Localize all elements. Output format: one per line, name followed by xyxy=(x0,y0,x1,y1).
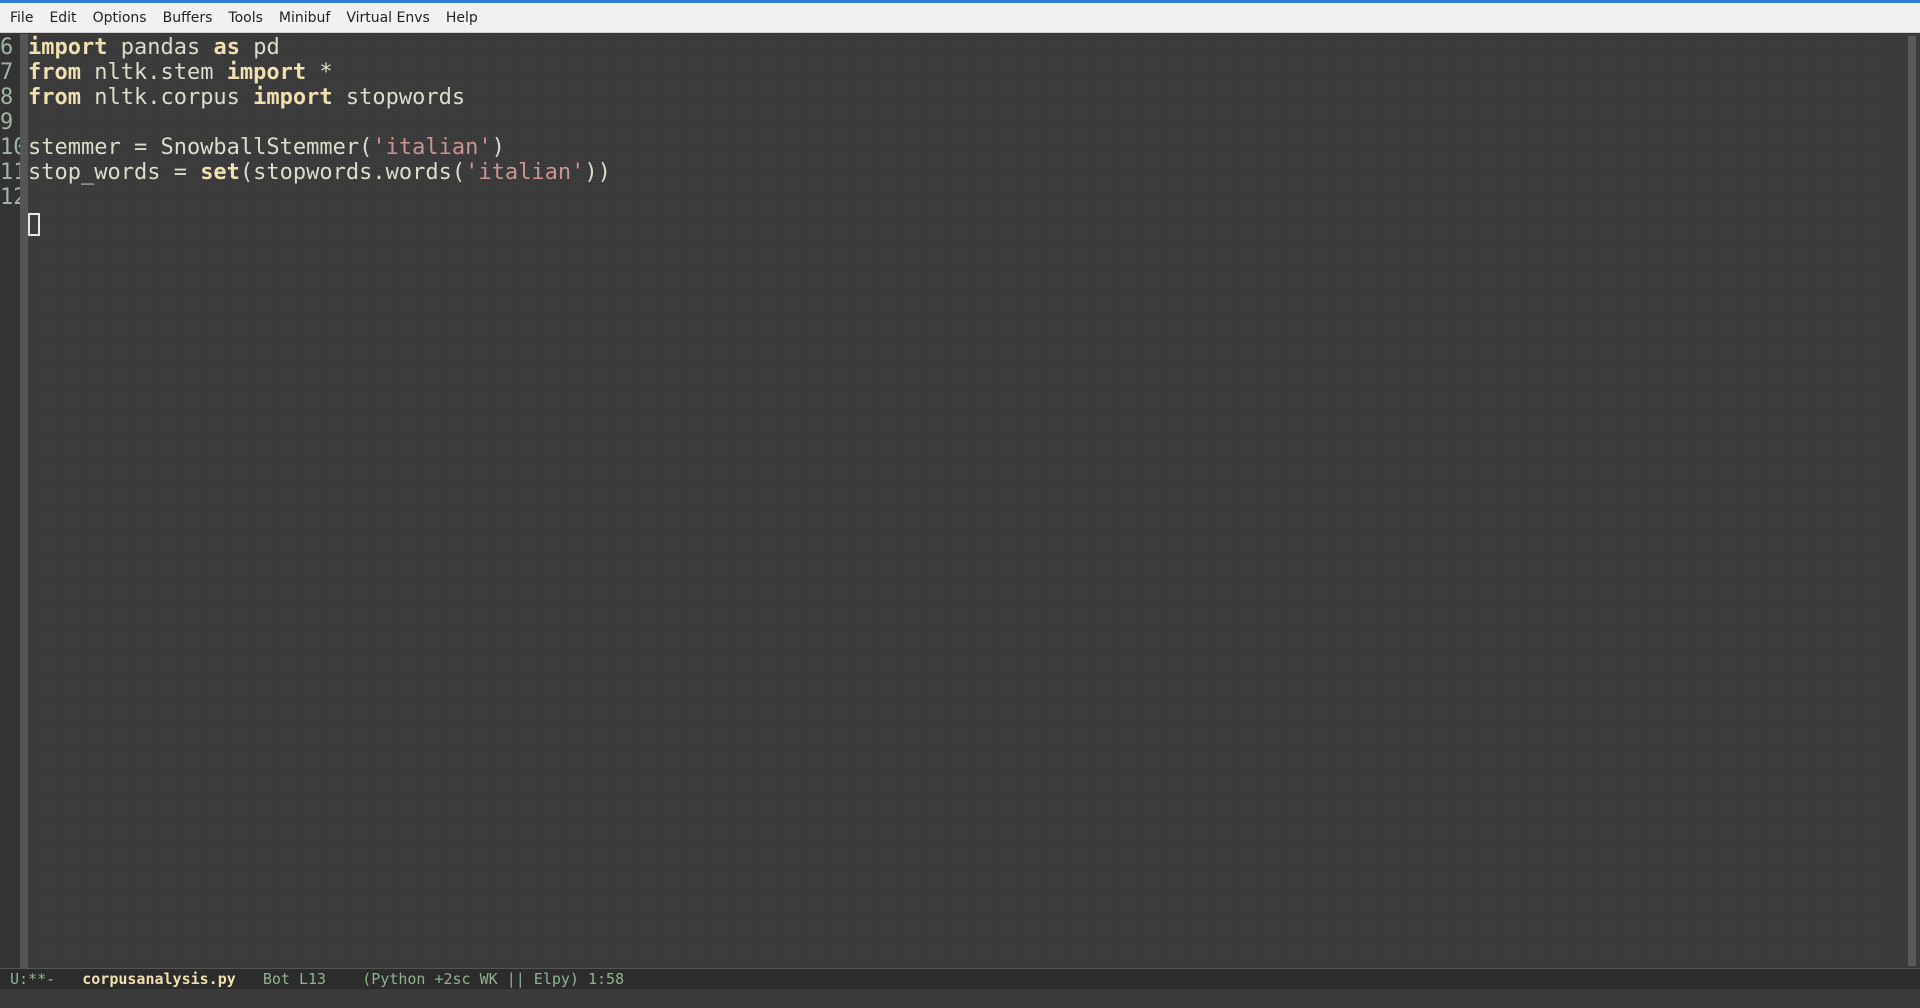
code-text: pandas xyxy=(107,35,214,60)
code-line[interactable]: stemmer = SnowballStemmer('italian') xyxy=(28,135,1892,160)
code-line[interactable] xyxy=(28,210,1892,236)
menu-minibuf[interactable]: Minibuf xyxy=(271,3,338,33)
line-number: 7 xyxy=(0,60,14,85)
line-number: 8 xyxy=(0,85,14,110)
editor-window[interactable]: 6 7 8 9 10 11 12 import pandas as pd from nltk.… xyxy=(0,34,1920,968)
line-number: 9 xyxy=(0,110,14,135)
code-keyword: import xyxy=(28,35,108,60)
code-text: nltk.stem xyxy=(80,60,227,85)
code-text: pd xyxy=(239,35,280,60)
code-line[interactable]: import pandas as pd xyxy=(28,35,1892,60)
menu-options[interactable]: Options xyxy=(85,3,155,33)
menu-edit[interactable]: Edit xyxy=(41,3,84,33)
code-string: 'italian' xyxy=(465,160,585,185)
line-number: 12 xyxy=(0,185,22,210)
left-fringe xyxy=(20,34,28,968)
code-keyword: import xyxy=(253,85,333,110)
menu-buffers[interactable]: Buffers xyxy=(155,3,221,33)
scrollbar-thumb[interactable] xyxy=(1908,36,1916,966)
modeline-status: U:**- xyxy=(10,970,56,988)
code-text: (stopwords.words( xyxy=(239,160,466,185)
mode-line: U:**- corpusanalysis.py Bot L13 (Python … xyxy=(0,968,1920,988)
code-text: ) xyxy=(491,135,505,160)
code-keyword: from xyxy=(28,60,81,85)
menu-help[interactable]: Help xyxy=(438,3,486,33)
minibuffer[interactable] xyxy=(0,988,1920,1008)
code-text: stopwords xyxy=(332,85,466,110)
code-line[interactable]: from nltk.stem import * xyxy=(28,60,1892,85)
code-string: 'italian' xyxy=(372,135,492,160)
code-text: * xyxy=(306,60,333,85)
modeline-modes[interactable]: (Python +2sc WK || Elpy) 1:58 xyxy=(362,970,624,988)
menu-virtual-envs[interactable]: Virtual Envs xyxy=(338,3,438,33)
code-line[interactable] xyxy=(28,185,1892,210)
line-number: 6 xyxy=(0,35,14,60)
code-text: stop_words = xyxy=(28,160,201,185)
code-line[interactable] xyxy=(28,110,1892,135)
menu-tools[interactable]: Tools xyxy=(220,3,271,33)
code-keyword: as xyxy=(213,35,240,60)
text-cursor xyxy=(28,212,40,236)
line-numbers: 6 7 8 9 10 11 12 xyxy=(0,34,22,210)
menu-bar: File Edit Options Buffers Tools Minibuf … xyxy=(0,3,1920,33)
code-line[interactable]: stop_words = set(stopwords.words('italia… xyxy=(28,160,1892,185)
vertical-scrollbar[interactable] xyxy=(1894,34,1920,968)
code-line[interactable]: from nltk.corpus import stopwords xyxy=(28,85,1892,110)
code-area[interactable]: import pandas as pd from nltk.stem import… xyxy=(28,34,1892,236)
code-text: )) xyxy=(584,160,611,185)
code-keyword: import xyxy=(226,60,307,85)
code-keyword: from xyxy=(28,85,81,110)
code-text: stemmer = SnowballStemmer( xyxy=(28,135,373,160)
modeline-buffer-name[interactable]: corpusanalysis.py xyxy=(82,970,236,988)
code-keyword: set xyxy=(200,160,240,185)
modeline-position: Bot L13 xyxy=(262,970,327,988)
code-text: nltk.corpus xyxy=(80,85,254,110)
line-number: 11 xyxy=(0,160,22,185)
menu-file[interactable]: File xyxy=(2,3,41,33)
line-number: 10 xyxy=(0,135,22,160)
